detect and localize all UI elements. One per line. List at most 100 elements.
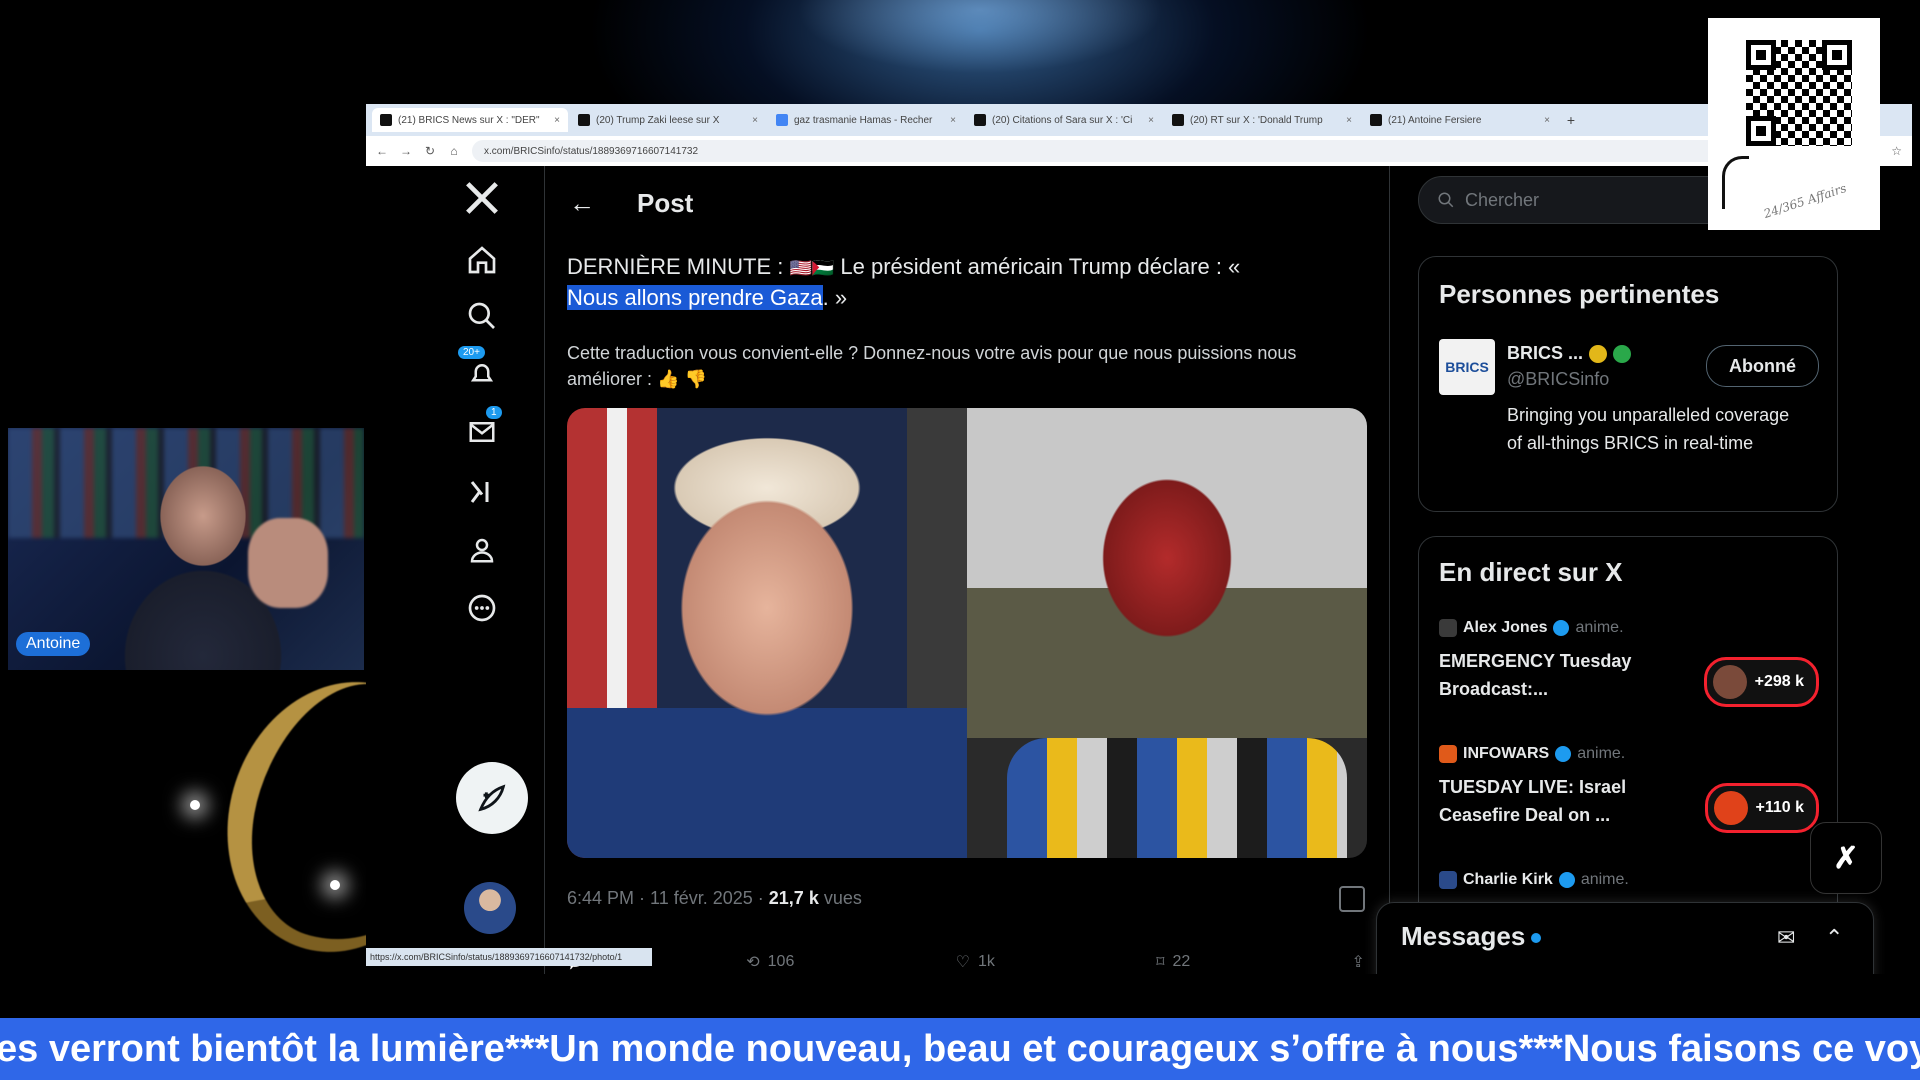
listener-count: +298 k [1754,673,1804,690]
streamer-hand [248,518,328,608]
bookmark-button[interactable]: ⌑ 22 [1156,952,1190,972]
live-listeners-pill[interactable]: +298 k [1703,657,1819,707]
analytics-icon[interactable] [1339,886,1365,912]
microphones [1007,738,1347,858]
retweet-button[interactable]: ⟲ 106 [746,952,794,972]
close-icon[interactable]: × [752,115,758,126]
expand-icon[interactable]: ⌃ [1825,925,1843,951]
thumbs-down-icon[interactable]: 👎 [684,369,706,389]
following-button[interactable]: Abonné [1706,345,1819,387]
right-sidebar: Chercher Personnes pertinentes BRICS BRI… [1418,166,1838,974]
google-favicon-icon [776,114,788,126]
verified-icon [1553,620,1570,636]
tab-label: gaz trasmanie Hamas - Recher [794,114,933,126]
page-title: Post [637,188,694,218]
qr-finder [1746,116,1776,146]
tweet-actions: 💬 ⟲106 ♡1k ⌑22 ⇪ [565,952,1365,972]
new-tab-button[interactable]: + [1560,112,1582,128]
affiliate-badge-icon [1613,344,1632,363]
browser-tab[interactable]: (20) Trump Zaki leese sur X × [570,108,766,132]
tab-label: (20) Citations of Sara sur X : 'Ci [992,114,1133,126]
host-role: anime. [1577,745,1626,762]
person-bio: Bringing you unparalleled coverage of al… [1507,405,1790,453]
x-favicon-icon [578,114,590,126]
compose-post-button[interactable] [456,762,528,834]
close-icon[interactable]: × [554,115,560,126]
user-avatar[interactable] [464,882,516,934]
views-count: 21,7 k [768,888,819,908]
person-name: BRICS ... [1507,343,1632,364]
bell-icon[interactable]: 20+ [458,346,504,396]
notifications-badge: 20+ [458,346,485,359]
photo-right[interactable] [967,408,1367,858]
qr-code-card: 24/365 Affairs [1708,18,1880,230]
like-button[interactable]: ♡ 1k [956,952,995,972]
search-icon [1438,192,1454,208]
profile-icon[interactable] [460,528,504,572]
browser-tab[interactable]: (21) BRICS News sur X : "DER" × [372,108,568,132]
address-bar: ← → ↻ ⌂ x.com/BRICSinfo/status/188936971… [366,136,1912,167]
tweet-text: DERNIÈRE MINUTE : 🇺🇸🇵🇸 Le président amér… [567,252,1347,313]
light-flare [190,800,200,810]
tweet-media[interactable] [567,408,1367,858]
x-favicon-icon [1172,114,1184,126]
messages-title: Messages [1401,921,1542,952]
tab-bar: (21) BRICS News sur X : "DER" × (20) Trum… [366,104,1912,136]
light-flare [330,880,340,890]
close-icon[interactable]: × [950,115,956,126]
close-icon[interactable]: × [1148,115,1154,126]
listener-count: +110 k [1755,799,1805,816]
person-handle: @BRICSinfo [1507,369,1610,389]
arrow-icon [1722,156,1749,209]
close-icon[interactable]: × [1544,115,1550,126]
tab-label: (20) RT sur X : 'Donald Trump [1190,114,1323,126]
search-placeholder: Chercher [1465,189,1540,210]
host-name: INFOWARS [1463,745,1550,762]
browser-tab[interactable]: gaz trasmanie Hamas - Recher × [768,108,964,132]
host-name: Alex Jones [1463,619,1548,636]
tab-label: (21) BRICS News sur X : "DER" [398,114,540,126]
messages-badge: 1 [486,406,502,419]
browser-tab[interactable]: (20) Citations of Sara sur X : 'Ci × [966,108,1162,132]
grok-icon[interactable] [460,470,504,514]
forward-icon[interactable]: → [400,144,412,158]
search-icon[interactable] [460,294,504,338]
live-title: TUESDAY LIVE: Israel Ceasefire Deal on .… [1439,777,1627,825]
live-title: EMERGENCY Tuesday Broadcast:... [1439,651,1632,699]
tweet-text-part: DERNIÈRE MINUTE : [567,254,790,279]
close-icon[interactable]: × [1346,115,1352,126]
live-item[interactable]: Alex Jones anime. EMERGENCY Tuesday Broa… [1439,619,1819,707]
url-input[interactable]: x.com/BRICSinfo/status/18893697166071417… [472,140,1842,162]
photo-left[interactable] [567,408,967,858]
home-icon[interactable] [460,238,504,282]
messages-drawer[interactable]: Messages ✉ ⌃ [1376,902,1874,974]
back-icon[interactable]: ← [376,144,388,158]
retweet-icon: ⟲ [746,954,760,971]
x-logo-icon[interactable] [460,176,504,220]
home-icon[interactable]: ⌂ [448,144,460,158]
thumbs-up-icon[interactable]: 👍 [657,369,679,389]
live-item[interactable]: Charlie Kirk anime. [1439,871,1819,889]
left-navigation: 20+ 1 [446,166,528,966]
live-item[interactable]: INFOWARS anime. TUESDAY LIVE: Israel Cea… [1439,745,1819,833]
share-button[interactable]: ⇪ [1352,952,1365,972]
back-arrow-icon[interactable]: ← [569,188,595,219]
browser-tab[interactable]: (21) Antoine Fersiere × [1362,108,1558,132]
reload-icon[interactable]: ↻ [424,144,436,158]
tweet-text-highlighted: Nous allons prendre Gaza [567,285,823,310]
unread-dot-icon [1531,933,1542,944]
bookmark-star-icon[interactable]: ☆ [1891,144,1902,159]
messages-label: Messages [1401,921,1526,951]
browser-window: (21) BRICS News sur X : "DER" × (20) Trum… [366,104,1912,974]
translation-feedback: Cette traduction vous convient-elle ? Do… [567,340,1367,392]
new-message-icon[interactable]: ✉ [1777,925,1795,951]
brics-logo: BRICS [1439,339,1495,395]
mail-icon[interactable]: 1 [460,406,504,454]
more-icon[interactable] [460,586,504,630]
browser-tab[interactable]: (20) RT sur X : 'Donald Trump × [1164,108,1360,132]
live-listeners-pill[interactable]: +110 k [1704,783,1819,833]
tweet-text-part: Le président américain Trump déclare : « [834,254,1241,279]
x-favicon-icon [1370,114,1382,126]
views-label: vues [818,888,862,908]
grok-floating-button[interactable]: ✗ [1810,822,1882,894]
